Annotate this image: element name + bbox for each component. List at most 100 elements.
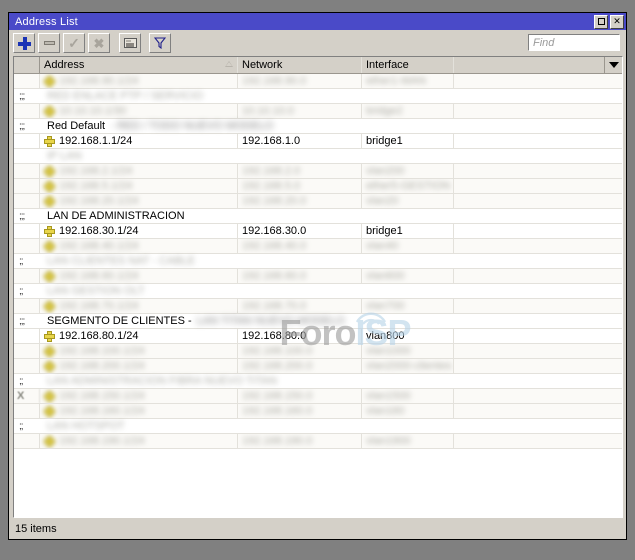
cell-interface: vlan1000 — [362, 344, 454, 358]
column-header-flags[interactable] — [14, 57, 40, 73]
table-comment-row[interactable]: ;; LAN GESTION OLT — [14, 284, 622, 299]
row-flags — [14, 74, 40, 88]
address-marker-icon — [44, 435, 55, 447]
cell-address: 192.168.200.1/24 — [40, 359, 238, 373]
table-comment-row[interactable]: ;;; SEGMENTO DE CLIENTES - LAN TITAN NUEVO… — [14, 314, 622, 329]
table-comment-row[interactable]: ;; LAN HOTSPOT — [14, 419, 622, 434]
column-header-address[interactable]: Address — [40, 57, 238, 73]
cross-icon: ✖ — [93, 35, 105, 51]
cell-interface-value: vlan1900 — [366, 435, 411, 447]
cell-interface: bridge1 — [362, 134, 454, 148]
cell-address-value: 192.168.70.1/24 — [59, 300, 139, 312]
find-input[interactable]: Find — [528, 34, 620, 51]
table-row[interactable]: 192.168.5.1/24 192.168.5.0 ether5-GESTION — [14, 179, 622, 194]
comment-text-value: LAN DE ADMINISTRACION — [47, 210, 185, 222]
cell-network: 192.168.30.0 — [238, 224, 362, 238]
table-row[interactable]: 192.168.70.1/24 192.168.70.0 vlan700 — [14, 299, 622, 314]
table-row[interactable]: 192.168.40.1/24 192.168.40.0 vlan40 — [14, 239, 622, 254]
cell-interface-value: vlan40 — [366, 240, 399, 252]
cell-interface-value: vlan200 — [366, 165, 405, 177]
table-row[interactable]: 192.168.60.1/24 192.168.60.0 vlan600 — [14, 269, 622, 284]
table-comment-row[interactable]: ;;; LAN DE ADMINISTRACION — [14, 209, 622, 224]
item-count-label: 15 items — [15, 522, 57, 535]
address-marker-icon — [44, 330, 55, 342]
row-flags — [14, 224, 40, 238]
table-row[interactable]: 192.168.1.1/24 192.168.1.0 bridge1 — [14, 134, 622, 149]
cell-address: 192.168.70.1/24 — [40, 299, 238, 313]
table-row[interactable]: 192.168.190.1/24 192.168.190.0 vlan1900 — [14, 434, 622, 449]
cell-network-value: 192.168.70.0 — [242, 300, 307, 312]
table-row[interactable]: 192.168.100.1/24 192.168.100.0 vlan1000 — [14, 344, 622, 359]
maximize-button[interactable] — [594, 14, 608, 29]
cell-address: 10.10.10.1/30 — [40, 104, 238, 118]
address-marker-icon — [44, 240, 55, 252]
cell-address: 192.168.20.1/24 — [40, 194, 238, 208]
remove-button[interactable] — [38, 33, 60, 53]
filter-button[interactable] — [149, 33, 171, 53]
cell-network: 192.168.150.0 — [238, 389, 362, 403]
cell-interface: vlan200 — [362, 164, 454, 178]
disable-button[interactable]: ✖ — [88, 33, 110, 53]
cell-network-value: 192.168.1.0 — [242, 135, 301, 147]
cell-interface-value: bridge1 — [366, 225, 403, 237]
table-row[interactable]: 192.168.2.1/24 192.168.2.0 vlan200 — [14, 164, 622, 179]
column-header-network[interactable]: Network — [238, 57, 362, 73]
cell-network: 192.168.80.0 — [238, 329, 362, 343]
table-row[interactable]: 192.168.80.1/24 192.168.80.0 vlan800 — [14, 329, 622, 344]
table-header-row: Address Network Interface — [14, 57, 622, 74]
cell-extra — [454, 434, 622, 448]
table-row[interactable]: 192.168.20.1/24 192.168.20.0 vlan20 — [14, 194, 622, 209]
window-titlebar[interactable]: Address List ✕ — [9, 13, 626, 30]
address-marker-icon — [44, 345, 55, 357]
row-flags: ;; — [19, 420, 24, 432]
column-header-interface[interactable]: Interface — [362, 57, 454, 73]
address-marker-icon — [44, 300, 55, 312]
cell-address-value: 192.168.60.1/24 — [59, 270, 139, 282]
table-row[interactable]: 192.168.90.1/24 192.168.90.0 ether1-WAN — [14, 74, 622, 89]
table-comment-row[interactable]: ;; LAN ADMINISTRACION FIBRA NUEVO TITAN — [14, 374, 622, 389]
table-row[interactable]: 192.168.30.1/24 192.168.30.0 bridge1 — [14, 224, 622, 239]
cell-network-value: 192.168.30.0 — [242, 225, 307, 237]
table-row[interactable]: 10.10.10.1/30 10.10.10.0 bridge2 — [14, 104, 622, 119]
row-flags — [14, 404, 40, 418]
toolbar: ✓ ✖ Find — [9, 30, 626, 56]
table-comment-row[interactable]: ;; LAN CLIENTES NAT - CABLE — [14, 254, 622, 269]
table-comment-row[interactable]: ;;; Red Default - RED / TODO NUEVO MODELO — [14, 119, 622, 134]
cell-network: 10.10.10.0 — [238, 104, 362, 118]
table-row[interactable]: X 192.168.150.1/24 192.168.150.0 vlan1500 — [14, 389, 622, 404]
cell-interface-value: ether1-WAN — [366, 75, 427, 87]
cell-address-value: 192.168.200.1/24 — [59, 360, 145, 372]
cell-address-value: 192.168.90.1/24 — [59, 75, 139, 87]
comment-text: IP LAN — [45, 149, 82, 163]
close-button[interactable]: ✕ — [610, 14, 624, 29]
row-flags — [14, 359, 40, 373]
cell-address: 192.168.160.1/24 — [40, 404, 238, 418]
cell-extra — [454, 179, 622, 193]
comment-text-value: LAN CLIENTES NAT - CABLE — [47, 255, 196, 267]
funnel-icon — [153, 37, 167, 50]
cell-network-value: 192.168.160.0 — [242, 405, 313, 417]
row-flags: ;;; — [19, 315, 25, 327]
row-flags — [14, 299, 40, 313]
column-header-extra[interactable] — [454, 57, 622, 73]
comment-button[interactable] — [119, 33, 141, 53]
cell-address-value: 192.168.150.1/24 — [59, 390, 145, 402]
comment-icon — [123, 38, 137, 48]
add-button[interactable] — [13, 33, 35, 53]
cell-address-value: 192.168.30.1/24 — [59, 225, 139, 237]
window-title: Address List — [15, 15, 78, 28]
table-row[interactable]: 192.168.200.1/24 192.168.200.0 vlan2000-cl… — [14, 359, 622, 374]
cell-interface-value: vlan20 — [366, 195, 399, 207]
column-header-interface-label: Interface — [366, 59, 409, 71]
enable-button[interactable]: ✓ — [63, 33, 85, 53]
cell-network-value: 192.168.90.0 — [242, 75, 307, 87]
table-row[interactable]: 192.168.160.1/24 192.168.160.0 vlan160 — [14, 404, 622, 419]
table-comment-row[interactable]: ;;; RED ENLACE PTP / SERVICIO — [14, 89, 622, 104]
cell-interface: vlan160 — [362, 404, 454, 418]
column-chooser-button[interactable] — [604, 57, 622, 73]
table-comment-row[interactable]: IP LAN — [14, 149, 622, 164]
cell-network-value: 192.168.100.0 — [242, 345, 313, 357]
cell-extra — [454, 359, 622, 373]
cell-address: 192.168.5.1/24 — [40, 179, 238, 193]
comment-text-value: LAN HOTSPOT — [47, 420, 125, 432]
